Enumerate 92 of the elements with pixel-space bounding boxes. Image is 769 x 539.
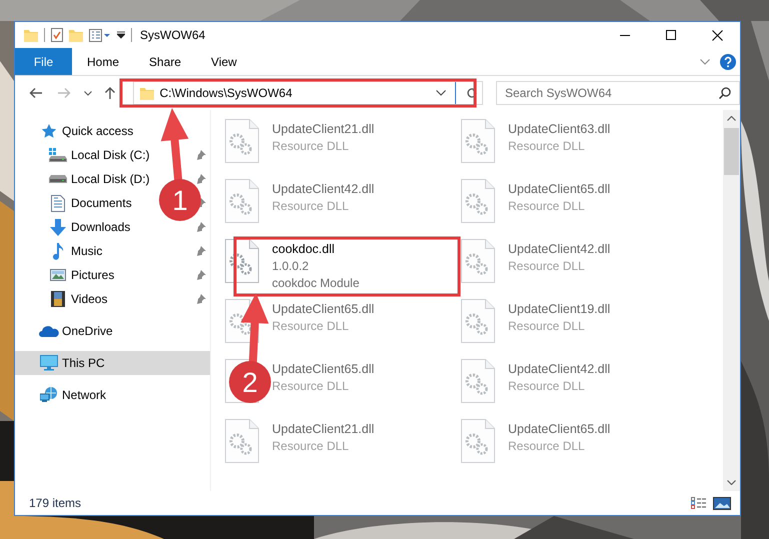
search-field[interactable]: Search SysWOW64 (496, 81, 740, 105)
pin-icon[interactable] (196, 270, 206, 280)
file-name[interactable]: UpdateClient65.dll (508, 421, 610, 438)
file-detail: Resource DLL (508, 198, 586, 214)
gear-file-icon (461, 299, 495, 343)
pin-icon[interactable] (196, 222, 206, 232)
file-name[interactable]: UpdateClient42.dll (272, 181, 374, 198)
folder-icon (140, 86, 154, 100)
help-icon[interactable] (720, 54, 736, 70)
gear-file-icon (225, 419, 259, 463)
nav-item[interactable]: Local Disk (C:) (71, 148, 150, 162)
gear-file-icon (461, 119, 495, 163)
file-name[interactable]: UpdateClient63.dll (508, 121, 610, 138)
up-arrow-icon[interactable] (104, 86, 116, 100)
pin-icon[interactable] (196, 150, 206, 160)
star-icon (41, 123, 57, 139)
properties-icon[interactable] (51, 28, 63, 42)
file-detail: Resource DLL (272, 438, 350, 454)
close-icon[interactable] (712, 30, 722, 40)
landscape-picture-icon (50, 269, 66, 281)
nav-item[interactable]: Network (62, 388, 106, 402)
scroll-thumb[interactable] (724, 128, 739, 175)
file-name[interactable]: UpdateClient65.dll (508, 181, 610, 198)
pin-icon[interactable] (196, 246, 206, 256)
file-name[interactable]: UpdateClient65.dll (272, 301, 374, 318)
drive-icon (49, 175, 67, 183)
pin-icon[interactable] (196, 294, 206, 304)
minimize-icon[interactable] (620, 34, 630, 36)
nav-item[interactable]: Downloads (71, 220, 130, 234)
ribbon-tab[interactable]: View (196, 48, 252, 75)
download-arrow-icon (50, 218, 66, 236)
gear-file-icon (225, 119, 259, 163)
file-detail: Resource DLL (508, 258, 586, 274)
nav-item[interactable]: Videos (71, 292, 108, 306)
chevron-up-icon[interactable] (727, 116, 736, 121)
file-detail: Resource DLL (508, 138, 586, 154)
network-globe-icon (40, 387, 58, 403)
nav-item[interactable]: This PC (62, 356, 105, 370)
file-tab[interactable]: File (15, 48, 72, 75)
monitor-icon (40, 355, 58, 371)
file-name[interactable]: UpdateClient21.dll (272, 421, 374, 438)
file-name[interactable]: UpdateClient65.dll (272, 361, 374, 378)
file-detail: Resource DLL (272, 138, 350, 154)
chevron-down-icon[interactable] (727, 480, 736, 485)
search-icon[interactable] (719, 87, 731, 99)
pin-icon[interactable] (196, 174, 206, 184)
file-detail: Resource DLL (508, 318, 586, 334)
window-title: SysWOW64 (140, 28, 206, 42)
cloud-icon (39, 325, 59, 337)
nav-item[interactable]: Local Disk (D:) (71, 172, 150, 186)
file-name[interactable]: UpdateClient21.dll (272, 121, 374, 138)
file-detail: Resource DLL (508, 438, 586, 454)
file-name[interactable]: UpdateClient42.dll (508, 361, 610, 378)
customize-caret-icon[interactable] (117, 31, 125, 39)
nav-item[interactable]: Music (71, 244, 102, 258)
file-detail: 1.0.0.2 (272, 258, 310, 274)
drive-icon (49, 148, 67, 162)
file-name[interactable]: UpdateClient19.dll (508, 301, 610, 318)
maximize-icon[interactable] (666, 30, 676, 40)
file-detail: Resource DLL (508, 378, 586, 394)
ribbon-tab[interactable]: Home (72, 48, 134, 75)
expand-ribbon-caret-icon[interactable] (700, 58, 710, 64)
caret-icon[interactable] (84, 90, 92, 96)
nav-item[interactable]: Quick access (62, 124, 134, 138)
nav-item[interactable]: OneDrive (62, 324, 113, 338)
file-name[interactable]: cookdoc.dll (272, 241, 360, 258)
address-field[interactable]: C:\Windows\SysWOW64 (132, 81, 483, 105)
nav-item[interactable]: Documents (71, 196, 132, 210)
file-name[interactable]: UpdateClient42.dll (508, 241, 610, 258)
ribbon-tab[interactable]: Share (134, 48, 196, 75)
file-detail: Resource DLL (272, 198, 350, 214)
file-detail: cookdoc Module (272, 274, 360, 291)
gear-file-icon (461, 419, 495, 463)
gear-file-icon (461, 359, 495, 403)
gear-file-icon (461, 239, 495, 283)
document-icon (51, 194, 65, 212)
number-badge: 2 (229, 361, 271, 403)
folder-icon (24, 28, 38, 42)
back-arrow-icon[interactable] (29, 87, 43, 99)
file-detail: Resource DLL (272, 378, 350, 394)
film-strip-icon (51, 291, 65, 307)
view-options-icon[interactable] (89, 28, 111, 42)
caret-icon[interactable] (436, 90, 446, 96)
file-detail: Resource DLL (272, 318, 350, 334)
gear-file-icon (225, 239, 259, 283)
gear-file-icon (225, 179, 259, 223)
item-count: 179 items (29, 496, 82, 510)
music-note-icon (52, 242, 64, 260)
nav-item[interactable]: Pictures (71, 268, 114, 282)
large-icons-view-button[interactable] (710, 496, 734, 510)
number-badge: 1 (159, 179, 201, 221)
gear-file-icon (461, 179, 495, 223)
